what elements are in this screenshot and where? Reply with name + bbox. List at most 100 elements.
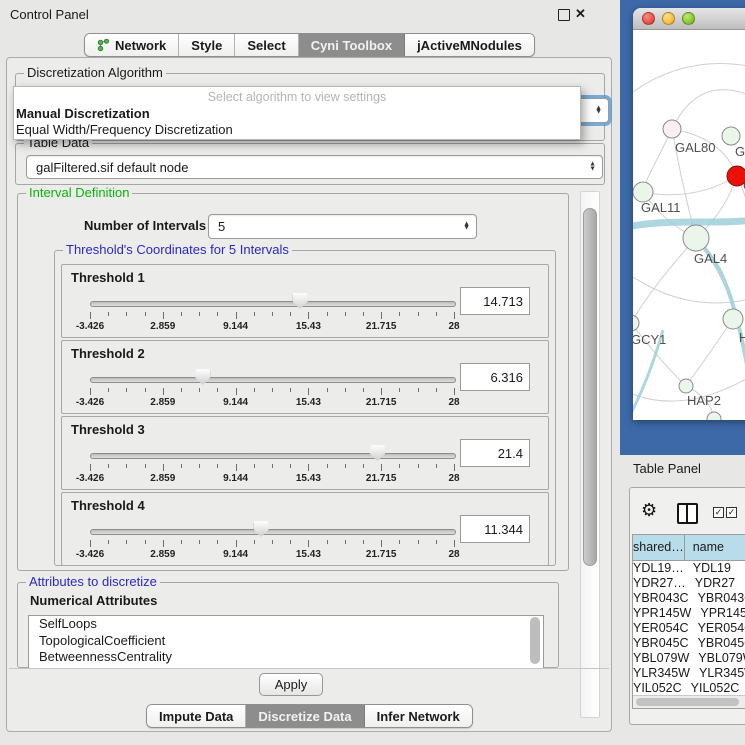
attributes-group: Attributes to discretize Numerical Attri… [17,582,559,668]
tab-network[interactable]: Network [85,34,179,56]
split-columns-icon[interactable] [677,503,698,524]
settings-scrollbar-thumb[interactable] [583,208,597,566]
threshold-value-field[interactable]: 21.4 [460,439,530,467]
control-panel-titlebar: Control Panel ✕ [0,0,620,28]
gear-icon[interactable]: ⚙ [641,500,657,521]
slider-tick [199,540,200,544]
network-canvas[interactable]: GAL80 G C GAL11 GAL4 GCY1 H HAP2 [633,30,745,420]
table-row[interactable]: YPR145WYPR145W [633,606,745,621]
attribute-list-item[interactable]: TopologicalCoefficient [29,633,543,650]
threshold-value-field[interactable]: 14.713 [460,287,530,315]
apply-button[interactable]: Apply [259,673,323,696]
number-of-intervals-combobox[interactable]: 5 ▲▼ [208,214,477,239]
slider-track[interactable] [90,301,456,307]
tab-discretize-data-label: Discretize Data [258,709,351,724]
slider-tick [399,312,400,316]
threshold-box: Threshold 1-3.4262.8599.14415.4321.71528… [61,264,549,338]
table-row[interactable]: YDL19…YDL19 [633,561,745,576]
cell-name: YDL19 [685,561,745,576]
column-header-shared-name[interactable]: shared… [633,535,685,560]
slider-tick [108,312,109,316]
slider-scale-label: 21.715 [366,549,397,560]
slider-tick [108,388,109,392]
network-nodes[interactable] [633,120,745,420]
node-bottom[interactable] [707,412,721,420]
tab-discretize-data[interactable]: Discretize Data [246,705,364,727]
table-row[interactable]: YLR345WYLR345W [633,666,745,681]
column-header-name[interactable]: name [685,535,745,560]
dropdown-option-equal-width-frequency[interactable]: Equal Width/Frequency Discretization [14,122,580,138]
close-icon[interactable]: ✕ [575,6,586,22]
numerical-attributes-label: Numerical Attributes [30,593,157,608]
slider-track[interactable] [90,529,456,535]
threshold-box: Threshold 4-3.4262.8599.14415.4321.71528… [61,492,549,566]
slider-scale-label: 15.43 [296,473,321,484]
dropdown-placeholder-item[interactable]: Select algorithm to view settings [14,90,580,106]
slider-tick [327,540,328,544]
node-partial-h[interactable] [723,309,743,329]
threshold-value-field[interactable]: 6.316 [460,363,530,391]
tab-select[interactable]: Select [235,34,298,56]
table-row[interactable]: YBR043CYBR043C [633,591,745,606]
table-row[interactable]: YDR27…YDR27 [633,576,745,591]
node-hap2[interactable] [679,379,693,393]
slider-scale-label: 15.43 [296,397,321,408]
numerical-attributes-list[interactable]: SelfLoopsTopologicalCoefficientBetweenne… [28,615,544,669]
zoom-traffic-light-icon[interactable] [682,12,695,25]
node-gal4[interactable] [683,225,709,251]
threshold-value-field[interactable]: 11.344 [460,515,530,543]
tab-cyni-toolbox-label: Cyni Toolbox [311,38,392,53]
number-of-intervals-value: 5 [218,219,225,234]
slider-tick [308,312,309,319]
settings-vertical-scrollbar[interactable] [580,191,600,718]
tab-impute-data[interactable]: Impute Data [147,705,246,727]
slider-track[interactable] [90,453,456,459]
slider-tick [436,388,437,392]
slider-scale-label: -3.426 [76,397,104,408]
cell-name: YIL052C [683,681,745,696]
slider-tick [163,312,164,319]
table-hscrollbar-thumb[interactable] [636,698,739,706]
tab-infer-network[interactable]: Infer Network [365,705,472,727]
slider-tick [272,464,273,468]
slider-tick [308,540,309,547]
tab-style[interactable]: Style [179,34,235,56]
close-traffic-light-icon[interactable] [642,12,655,25]
minimize-traffic-light-icon[interactable] [662,12,675,25]
table-row[interactable]: YBL079WYBL079W [633,651,745,666]
cell-shared-name: YDL19… [633,561,685,576]
attributes-list-scrollbar[interactable] [530,617,540,664]
slider-track[interactable] [90,377,456,383]
slider-tick [145,540,146,544]
slider-tick [345,312,346,316]
float-window-icon[interactable] [558,9,570,21]
attribute-list-item[interactable]: SelfLoops [29,616,543,633]
table-row[interactable]: YIL052CYIL052C [633,681,745,696]
table-row[interactable]: YER054CYER054C [633,621,745,636]
top-tab-strip: Network Style Select Cyni Toolbox jActiv… [84,33,535,57]
table-row[interactable]: YBR045CYBR045C [633,636,745,651]
tab-jactivemnodules[interactable]: jActiveMNodules [405,34,534,56]
interval-definition-title: Interval Definition [26,186,132,200]
tab-cyni-toolbox[interactable]: Cyni Toolbox [299,34,405,56]
node-label-gal80: GAL80 [675,140,715,155]
attributes-group-title: Attributes to discretize [26,575,160,589]
node-partial-g[interactable] [722,127,740,145]
table-data-combobox[interactable]: galFiltered.sif default node ▲▼ [26,155,603,179]
table-horizontal-scrollbar[interactable] [633,695,745,708]
node-gal80[interactable] [663,120,681,138]
dropdown-option-manual-discretization[interactable]: Manual Discretization [14,106,580,122]
slider-tick [199,388,200,392]
slider-tick [236,388,237,395]
slider-tick [363,540,364,544]
node-gcy1[interactable] [633,315,639,331]
node-gal11[interactable] [633,182,653,202]
network-view-window: GAL80 G C GAL11 GAL4 GCY1 H HAP2 [633,8,745,420]
checkbox-icon[interactable]: ✓ [726,507,737,518]
slider-tick [90,312,91,319]
checkbox-icon[interactable]: ✓ [713,507,724,518]
number-of-intervals-label: Number of Intervals [84,218,206,233]
slider-scale-label: -3.426 [76,473,104,484]
cell-name: YBR045C [690,636,745,651]
attribute-list-item[interactable]: BetweennessCentrality [29,649,543,666]
